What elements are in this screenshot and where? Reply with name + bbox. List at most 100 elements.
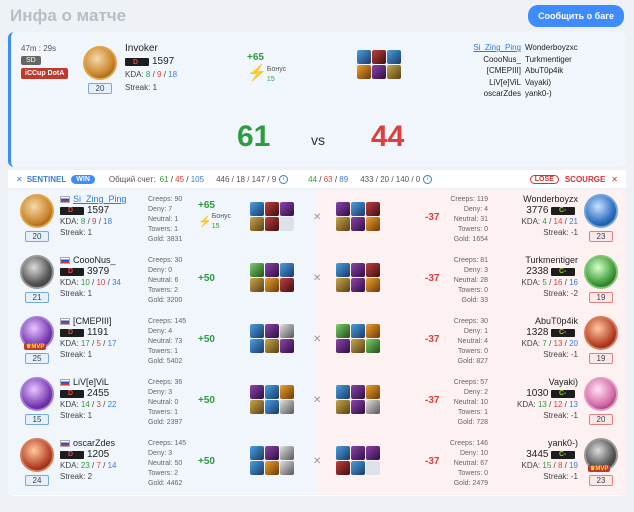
item-icon[interactable] (336, 400, 350, 414)
roster-player[interactable]: Wonderboyzxc (525, 42, 578, 54)
item-icon[interactable] (280, 446, 294, 460)
roster-player[interactable]: AbuT0p4ik (525, 65, 578, 77)
hero-portrait[interactable] (20, 255, 54, 289)
item-icon[interactable] (366, 202, 380, 216)
item-icon[interactable] (366, 278, 380, 292)
hero-portrait[interactable] (20, 377, 54, 411)
roster-player[interactable]: LiV[e]ViL (451, 77, 521, 89)
item-icon[interactable] (336, 461, 350, 475)
item-icon[interactable] (351, 446, 365, 460)
item-icon[interactable] (250, 400, 264, 414)
item-icon[interactable] (280, 385, 294, 399)
player-name[interactable]: yank0-) (502, 438, 578, 449)
item-icon[interactable] (357, 50, 371, 64)
item-icon[interactable] (280, 202, 294, 216)
item-icon[interactable] (280, 263, 294, 277)
player-name[interactable]: [CMEPIII] (73, 316, 112, 326)
player-name[interactable]: LiV[e]ViL (73, 377, 109, 387)
item-icon[interactable] (336, 278, 350, 292)
roster-player[interactable]: oscarZdes (451, 88, 521, 100)
item-icon[interactable] (250, 278, 264, 292)
item-icon[interactable] (250, 217, 264, 231)
roster-player[interactable]: yank0-) (525, 88, 578, 100)
item-icon[interactable] (351, 400, 365, 414)
player-name[interactable]: Vayaki) (502, 377, 578, 388)
roster-player[interactable]: Si_Zing_Ping (451, 42, 521, 54)
item-icon[interactable] (280, 278, 294, 292)
item-icon[interactable] (336, 202, 350, 216)
item-icon[interactable] (372, 65, 386, 79)
item-icon[interactable] (250, 446, 264, 460)
item-icon[interactable] (265, 339, 279, 353)
roster-player[interactable]: [CMEPIII] (451, 65, 521, 77)
player-name[interactable]: oscarZdes (73, 438, 115, 448)
item-icon[interactable] (387, 50, 401, 64)
item-icon[interactable] (280, 339, 294, 353)
item-icon[interactable] (250, 339, 264, 353)
item-icon[interactable] (280, 461, 294, 475)
info-icon[interactable]: i (423, 174, 433, 184)
roster-player[interactable]: CoooNus_ (451, 54, 521, 66)
item-icon[interactable] (265, 217, 279, 231)
item-icon[interactable] (351, 278, 365, 292)
hero-portrait[interactable]: ♛MVP (20, 316, 54, 350)
item-icon[interactable] (265, 202, 279, 216)
item-icon[interactable] (366, 339, 380, 353)
item-icon[interactable] (351, 217, 365, 231)
hero-portrait[interactable] (584, 316, 618, 350)
item-icon[interactable] (250, 202, 264, 216)
hero-portrait[interactable] (20, 194, 54, 228)
item-icon[interactable] (250, 263, 264, 277)
info-icon[interactable]: i (279, 174, 289, 184)
item-icon[interactable] (265, 324, 279, 338)
item-icon[interactable] (351, 339, 365, 353)
item-icon[interactable] (265, 400, 279, 414)
item-icon[interactable] (351, 202, 365, 216)
player-name[interactable]: Wonderboyzx (502, 194, 578, 205)
item-icon[interactable] (357, 65, 371, 79)
item-icon[interactable] (366, 385, 380, 399)
item-icon[interactable] (372, 50, 386, 64)
hero-portrait[interactable] (20, 438, 54, 472)
item-icon[interactable] (250, 324, 264, 338)
item-icon[interactable] (265, 461, 279, 475)
item-icon[interactable] (250, 385, 264, 399)
hero-portrait[interactable] (584, 377, 618, 411)
item-icon[interactable] (351, 461, 365, 475)
player-name[interactable]: CoooNus_ (73, 255, 116, 265)
item-icon[interactable] (366, 446, 380, 460)
player-name[interactable]: Turkmentiger (502, 255, 578, 266)
item-icon[interactable] (265, 278, 279, 292)
item-icon[interactable] (351, 385, 365, 399)
item-icon[interactable] (366, 461, 380, 475)
item-icon[interactable] (336, 217, 350, 231)
hero-portrait-invoker[interactable] (83, 46, 117, 80)
item-icon[interactable] (336, 324, 350, 338)
item-icon[interactable] (351, 324, 365, 338)
item-icon[interactable] (280, 400, 294, 414)
item-icon[interactable] (265, 385, 279, 399)
item-icon[interactable] (366, 217, 380, 231)
item-icon[interactable] (336, 339, 350, 353)
item-icon[interactable] (336, 263, 350, 277)
hero-portrait[interactable] (584, 194, 618, 228)
item-icon[interactable] (366, 400, 380, 414)
hero-portrait[interactable]: ♛MVP (584, 438, 618, 472)
report-bug-button[interactable]: Сообщить о баге (528, 5, 624, 27)
hero-portrait[interactable] (584, 255, 618, 289)
item-icon[interactable] (387, 65, 401, 79)
item-icon[interactable] (336, 446, 350, 460)
item-icon[interactable] (280, 217, 294, 231)
item-icon[interactable] (351, 263, 365, 277)
item-icon[interactable] (265, 446, 279, 460)
item-icon[interactable] (280, 324, 294, 338)
item-icon[interactable] (366, 324, 380, 338)
item-icon[interactable] (250, 461, 264, 475)
item-icon[interactable] (366, 263, 380, 277)
player-name[interactable]: AbuT0p4ik (502, 316, 578, 327)
roster-player[interactable]: Vayaki) (525, 77, 578, 89)
player-name[interactable]: Si_Zing_Ping (73, 194, 127, 204)
item-icon[interactable] (336, 385, 350, 399)
item-icon[interactable] (265, 263, 279, 277)
roster-player[interactable]: Turkmentiger (525, 54, 578, 66)
